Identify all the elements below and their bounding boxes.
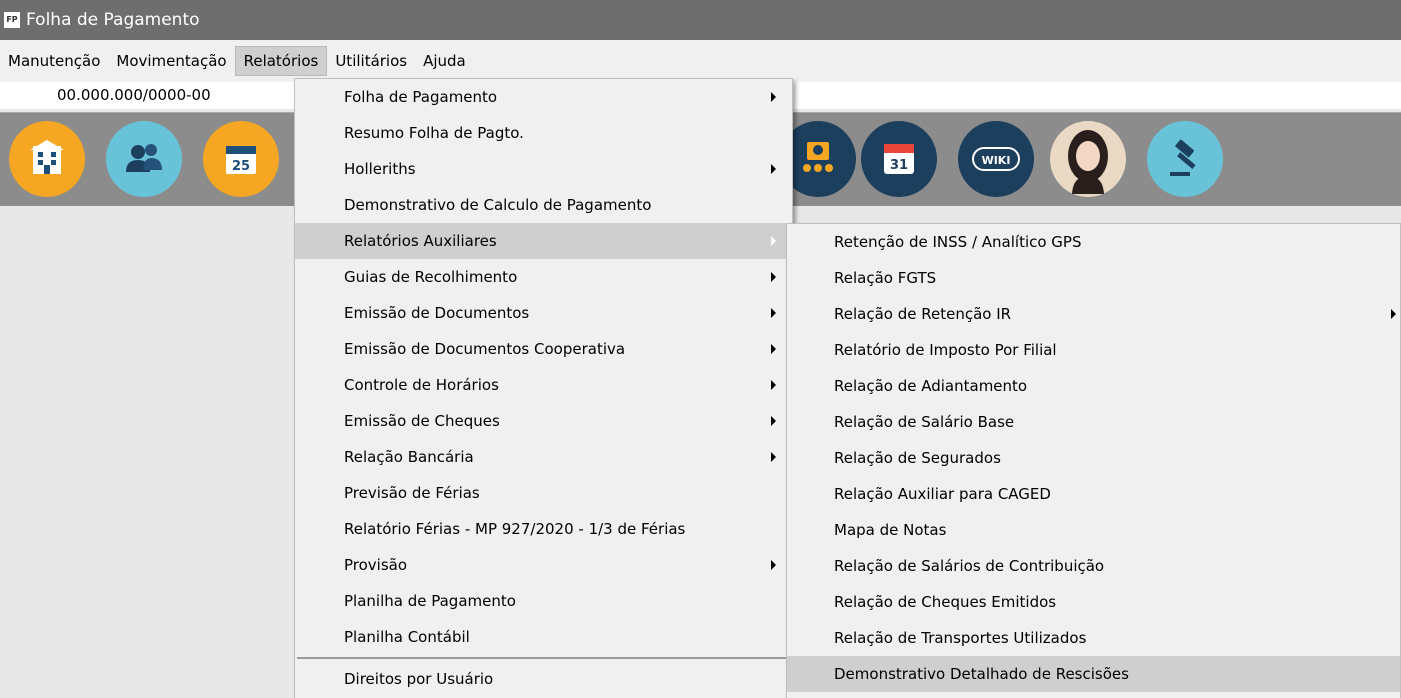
menu-item-emissao-documentos-cooperativa[interactable]: Emissão de Documentos Cooperativa bbox=[295, 331, 792, 367]
menu-item-label: Relação de Salário Base bbox=[834, 413, 1015, 431]
window-title: Folha de Pagamento bbox=[26, 10, 200, 30]
menu-item-direitos-usuario[interactable]: Direitos por Usuário bbox=[295, 661, 792, 697]
menu-item-label: Emissão de Documentos Cooperativa bbox=[344, 340, 626, 358]
menu-movimentacao[interactable]: Movimentação bbox=[108, 46, 234, 76]
wiki-icon[interactable]: WIKI bbox=[958, 121, 1034, 197]
relatorios-auxiliares-submenu: Retenção de INSS / Analítico GPS Relação… bbox=[786, 223, 1401, 698]
submenu-arrow-icon bbox=[1391, 309, 1396, 319]
menu-item-label: Relação FGTS bbox=[834, 269, 937, 287]
submenu-item-demonstrativo-rescisoes[interactable]: Demonstrativo Detalhado de Rescisões bbox=[787, 656, 1400, 692]
submenu-item-cheques-emitidos[interactable]: Relação de Cheques Emitidos bbox=[787, 584, 1400, 620]
menu-item-demonstrativo-calculo[interactable]: Demonstrativo de Calculo de Pagamento bbox=[295, 187, 792, 223]
company-icon[interactable] bbox=[9, 121, 85, 197]
menu-item-label: Previsão de Férias bbox=[344, 484, 480, 502]
submenu-arrow-icon bbox=[771, 560, 776, 570]
menu-item-label: Relação Auxiliar para CAGED bbox=[834, 485, 1051, 503]
menu-item-label: Emissão de Cheques bbox=[344, 412, 500, 430]
calendar-31-icon[interactable]: 31 bbox=[861, 121, 937, 197]
svg-text:25: 25 bbox=[232, 159, 250, 174]
title-bar: FP Folha de Pagamento bbox=[0, 0, 1401, 40]
menu-item-label: Direitos por Usuário bbox=[344, 670, 494, 688]
menu-relatorios[interactable]: Relatórios bbox=[234, 46, 328, 76]
menu-item-label: Relatório de Imposto Por Filial bbox=[834, 341, 1057, 359]
app-icon: FP bbox=[4, 12, 20, 28]
cnpj-field[interactable]: 00.000.000/0000-00 bbox=[57, 86, 211, 104]
menu-ajuda[interactable]: Ajuda bbox=[415, 46, 474, 76]
menu-item-planilha-pagamento[interactable]: Planilha de Pagamento bbox=[295, 583, 792, 619]
submenu-arrow-icon bbox=[771, 272, 776, 282]
menu-item-label: Relação de Cheques Emitidos bbox=[834, 593, 1057, 611]
employees-icon[interactable] bbox=[106, 121, 182, 197]
menu-item-relatorios-auxiliares[interactable]: Relatórios Auxiliares bbox=[295, 223, 792, 259]
menu-separator bbox=[297, 657, 790, 659]
menu-item-label: Resumo Folha de Pagto. bbox=[344, 124, 524, 142]
svg-text:31: 31 bbox=[890, 158, 908, 173]
menu-item-holleriths[interactable]: Holleriths bbox=[295, 151, 792, 187]
submenu-arrow-icon bbox=[771, 164, 776, 174]
menu-item-label: Relatórios Auxiliares bbox=[344, 232, 497, 250]
menu-item-emissao-cheques[interactable]: Emissão de Cheques bbox=[295, 403, 792, 439]
menu-item-label: Mapa de Notas bbox=[834, 521, 947, 539]
submenu-item-salario-base[interactable]: Relação de Salário Base bbox=[787, 404, 1400, 440]
submenu-arrow-icon bbox=[771, 452, 776, 462]
menu-item-label: Relação de Transportes Utilizados bbox=[834, 629, 1087, 647]
submenu-item-segurados[interactable]: Relação de Segurados bbox=[787, 440, 1400, 476]
menu-item-label: Provisão bbox=[344, 556, 408, 574]
menu-item-label: Relação de Adiantamento bbox=[834, 377, 1028, 395]
menu-item-label: Demonstrativo de Calculo de Pagamento bbox=[344, 196, 652, 214]
menu-item-previsao-ferias[interactable]: Previsão de Férias bbox=[295, 475, 792, 511]
menu-bar: Manutenção Movimentação Relatórios Utili… bbox=[0, 40, 1401, 82]
submenu-item-mapa-notas[interactable]: Mapa de Notas bbox=[787, 512, 1400, 548]
menu-item-controle-horarios[interactable]: Controle de Horários bbox=[295, 367, 792, 403]
menu-item-label: Planilha de Pagamento bbox=[344, 592, 516, 610]
menu-item-label: Holleriths bbox=[344, 160, 416, 178]
submenu-arrow-icon bbox=[771, 308, 776, 318]
relatorios-dropdown: Folha de Pagamento Resumo Folha de Pagto… bbox=[294, 78, 793, 698]
menu-item-label: Demonstrativo Detalhado de Rescisões bbox=[834, 665, 1129, 683]
menu-item-label: Folha de Pagamento bbox=[344, 88, 498, 106]
submenu-arrow-icon bbox=[771, 416, 776, 426]
menu-item-planilha-contabil[interactable]: Planilha Contábil bbox=[295, 619, 792, 655]
submenu-item-adiantamento[interactable]: Relação de Adiantamento bbox=[787, 368, 1400, 404]
submenu-item-retencao-inss[interactable]: Retenção de INSS / Analítico GPS bbox=[787, 224, 1400, 260]
submenu-arrow-icon bbox=[771, 92, 776, 102]
submenu-item-imposto-filial[interactable]: Relatório de Imposto Por Filial bbox=[787, 332, 1400, 368]
menu-item-guias-recolhimento[interactable]: Guias de Recolhimento bbox=[295, 259, 792, 295]
submenu-arrow-icon bbox=[771, 344, 776, 354]
submenu-item-relacao-fgts[interactable]: Relação FGTS bbox=[787, 260, 1400, 296]
calendar-25-icon[interactable]: 25 bbox=[203, 121, 279, 197]
menu-item-label: Retenção de INSS / Analítico GPS bbox=[834, 233, 1082, 251]
menu-item-provisao[interactable]: Provisão bbox=[295, 547, 792, 583]
menu-item-folha-pagamento[interactable]: Folha de Pagamento bbox=[295, 79, 792, 115]
menu-item-relacao-bancaria[interactable]: Relação Bancária bbox=[295, 439, 792, 475]
assistant-avatar-icon[interactable] bbox=[1050, 121, 1126, 197]
submenu-item-transportes[interactable]: Relação de Transportes Utilizados bbox=[787, 620, 1400, 656]
submenu-item-caged[interactable]: Relação Auxiliar para CAGED bbox=[787, 476, 1400, 512]
submenu-arrow-icon bbox=[771, 236, 776, 246]
submenu-item-salarios-contribuicao[interactable]: Relação de Salários de Contribuição bbox=[787, 548, 1400, 584]
menu-item-label: Controle de Horários bbox=[344, 376, 499, 394]
gavel-icon[interactable] bbox=[1147, 121, 1223, 197]
svg-text:WIKI: WIKI bbox=[982, 154, 1011, 167]
menu-item-resumo-folha[interactable]: Resumo Folha de Pagto. bbox=[295, 115, 792, 151]
menu-item-label: Planilha Contábil bbox=[344, 628, 470, 646]
submenu-item-retencao-ir[interactable]: Relação de Retenção IR bbox=[787, 296, 1400, 332]
menu-item-label: Guias de Recolhimento bbox=[344, 268, 518, 286]
menu-item-label: Relatório Férias - MP 927/2020 - 1/3 de … bbox=[344, 520, 686, 538]
menu-item-label: Relação de Salários de Contribuição bbox=[834, 557, 1105, 575]
menu-item-label: Relação Bancária bbox=[344, 448, 474, 466]
menu-item-relatorio-ferias-mp927[interactable]: Relatório Férias - MP 927/2020 - 1/3 de … bbox=[295, 511, 792, 547]
menu-item-label: Emissão de Documentos bbox=[344, 304, 530, 322]
menu-item-emissao-documentos[interactable]: Emissão de Documentos bbox=[295, 295, 792, 331]
menu-item-label: Relação de Retenção IR bbox=[834, 305, 1012, 323]
submenu-arrow-icon bbox=[771, 380, 776, 390]
menu-manutencao[interactable]: Manutenção bbox=[0, 46, 108, 76]
menu-utilitarios[interactable]: Utilitários bbox=[327, 46, 415, 76]
menu-item-label: Relação de Segurados bbox=[834, 449, 1001, 467]
